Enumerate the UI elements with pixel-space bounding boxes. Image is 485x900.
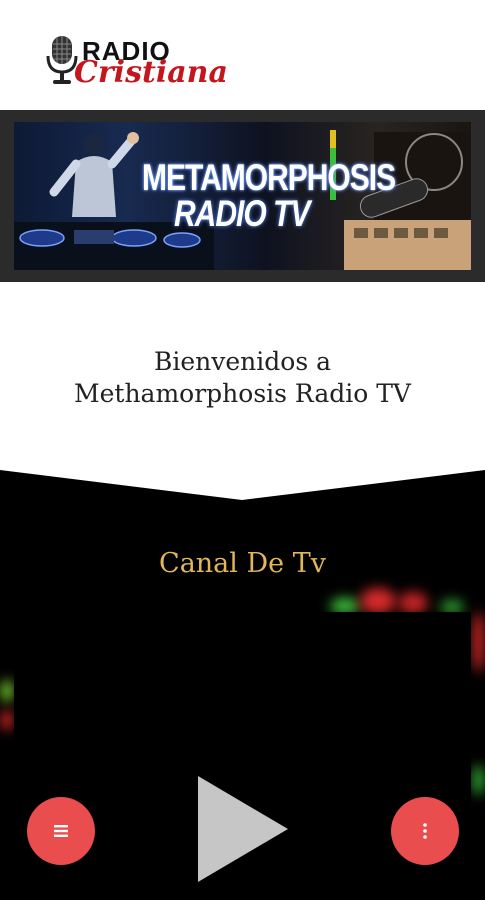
section-title: Canal De Tv <box>159 548 326 579</box>
radio-cristiana-logo[interactable]: RADIO Cristiana <box>44 34 228 94</box>
menu-icon <box>54 825 68 837</box>
banner-title-line1: METAMORPHOSIS <box>142 157 396 199</box>
bg-light-blob <box>398 592 428 614</box>
bg-light-blob <box>472 765 485 795</box>
banner-frame: METAMORPHOSIS RADIO TV <box>0 110 485 282</box>
welcome-line1: Bienvenidos a <box>153 347 331 376</box>
bg-light-blob <box>360 588 396 614</box>
banner-title-line2: RADIO TV <box>174 193 310 235</box>
more-options-button[interactable] <box>391 797 459 865</box>
menu-button[interactable] <box>27 797 95 865</box>
station-banner: METAMORPHOSIS RADIO TV <box>14 122 471 270</box>
bg-light-blob <box>0 710 14 730</box>
welcome-line2: Methamorphosis Radio TV <box>74 379 411 408</box>
more-vertical-icon <box>423 823 427 839</box>
play-icon[interactable] <box>198 776 288 882</box>
logo-word-cristiana: Cristiana <box>74 55 228 90</box>
bg-light-blob <box>472 612 485 672</box>
bg-light-blob <box>0 680 14 702</box>
app-header: RADIO Cristiana <box>0 0 485 110</box>
welcome-heading: Bienvenidos a Methamorphosis Radio TV <box>0 346 485 410</box>
